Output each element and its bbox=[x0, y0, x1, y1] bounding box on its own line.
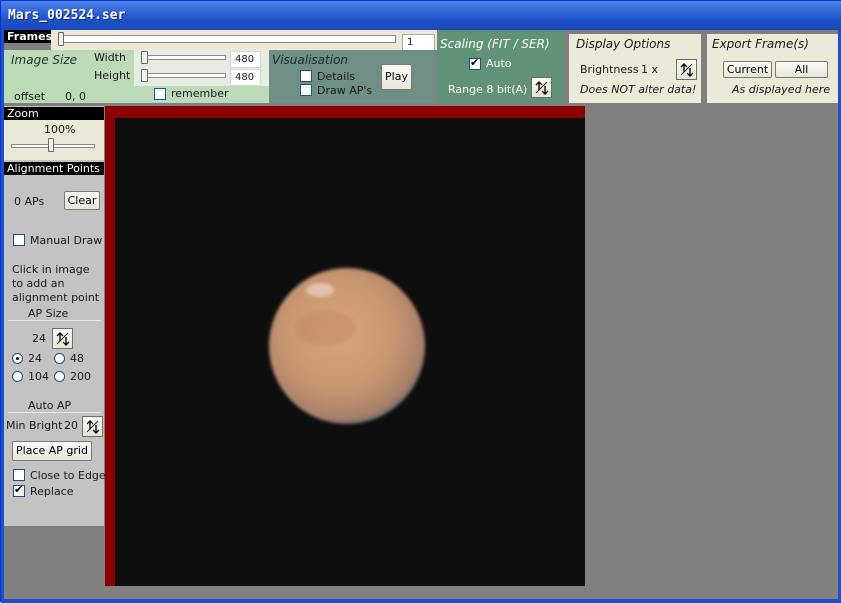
ap-size-option-24: 24 bbox=[28, 352, 42, 365]
ap-size-value: 24 bbox=[32, 332, 46, 345]
frames-label: Frames bbox=[4, 30, 52, 43]
scaling-title: Scaling (FIT / SER) bbox=[440, 37, 550, 51]
range-spin-button[interactable] bbox=[531, 77, 552, 98]
export-note: As displayed here bbox=[732, 83, 831, 96]
brightness-spin-button[interactable] bbox=[676, 59, 697, 80]
visualisation-title: Visualisation bbox=[272, 53, 349, 67]
auto-scaling-label: Auto bbox=[486, 57, 512, 70]
ap-count: 0 APs bbox=[14, 195, 45, 208]
frames-slider-track[interactable] bbox=[59, 35, 396, 43]
mars-planet-image bbox=[269, 268, 425, 424]
ap-hint-line1: Click in image bbox=[12, 263, 90, 276]
remember-label: remember bbox=[171, 87, 229, 100]
ap-size-radio-24[interactable] bbox=[12, 353, 23, 364]
details-checkbox[interactable] bbox=[300, 70, 312, 82]
ap-size-radio-200[interactable] bbox=[54, 371, 65, 382]
ap-size-radio-48[interactable] bbox=[54, 353, 65, 364]
spin-arrows-icon bbox=[680, 63, 694, 77]
export-current-button[interactable]: Current bbox=[723, 61, 772, 78]
ap-size-option-200: 200 bbox=[70, 370, 91, 383]
brightness-value: 1 x bbox=[641, 63, 659, 76]
export-all-button[interactable]: All bbox=[775, 61, 828, 78]
title-bar[interactable]: Mars_002524.ser bbox=[1, 1, 841, 30]
zoom-value: 100% bbox=[44, 123, 76, 136]
display-options-note: Does NOT alter data! bbox=[580, 83, 697, 96]
close-to-edge-label: Close to Edge bbox=[30, 469, 106, 482]
replace-label: Replace bbox=[30, 485, 74, 498]
close-to-edge-checkbox[interactable] bbox=[13, 469, 25, 481]
app-window: Mars_002524.ser Frames 1 Image Size Widt… bbox=[0, 0, 841, 603]
export-title: Export Frame(s) bbox=[712, 37, 809, 51]
width-slider-track[interactable] bbox=[141, 55, 226, 60]
frames-slider-thumb[interactable] bbox=[58, 32, 64, 46]
height-slider-thumb[interactable] bbox=[141, 69, 148, 82]
spin-arrows-icon bbox=[535, 81, 549, 95]
remember-checkbox[interactable] bbox=[154, 88, 166, 100]
alignment-points-header: Alignment Points bbox=[4, 162, 104, 175]
play-button[interactable]: Play bbox=[381, 64, 412, 90]
ap-size-radio-104[interactable] bbox=[12, 371, 23, 382]
min-bright-spin-button[interactable] bbox=[82, 416, 103, 437]
min-bright-label: Min Bright bbox=[6, 419, 63, 432]
height-value[interactable]: 480 bbox=[230, 69, 261, 86]
min-bright-value: 20 bbox=[64, 419, 78, 432]
ap-hint-line2: to add an bbox=[12, 277, 65, 290]
auto-ap-label: Auto AP bbox=[28, 399, 72, 412]
window-border-bottom bbox=[1, 599, 841, 603]
details-label: Details bbox=[317, 70, 356, 83]
spin-arrows-icon bbox=[86, 420, 100, 434]
window-title: Mars_002524.ser bbox=[8, 8, 126, 23]
replace-checkbox[interactable] bbox=[13, 483, 25, 497]
client-area: Frames 1 Image Size Width Height 480 480… bbox=[4, 30, 838, 599]
ap-size-spin-button[interactable] bbox=[52, 328, 73, 349]
range-label: Range 8 bit(A) bbox=[448, 83, 528, 96]
height-label: Height bbox=[94, 69, 131, 82]
clear-aps-button[interactable]: Clear bbox=[64, 191, 100, 210]
zoom-slider-thumb[interactable] bbox=[48, 138, 54, 152]
offset-label: offset bbox=[14, 90, 46, 103]
place-ap-grid-button[interactable]: Place AP grid bbox=[12, 441, 92, 461]
image-size-title: Image Size bbox=[11, 53, 78, 67]
image-canvas[interactable] bbox=[115, 118, 585, 586]
ap-size-label: AP Size bbox=[28, 307, 69, 320]
width-slider-thumb[interactable] bbox=[141, 51, 148, 64]
auto-scaling-checkbox[interactable] bbox=[469, 56, 481, 70]
spin-arrows-icon bbox=[56, 332, 70, 346]
divider bbox=[8, 412, 101, 413]
draw-aps-checkbox[interactable] bbox=[300, 84, 312, 96]
divider bbox=[8, 320, 101, 321]
ap-hint-line3: alignment point bbox=[12, 291, 100, 304]
manual-draw-checkbox[interactable] bbox=[13, 234, 25, 246]
manual-draw-label: Manual Draw bbox=[30, 234, 103, 247]
width-label: Width bbox=[94, 51, 126, 64]
ap-size-option-48: 48 bbox=[70, 352, 84, 365]
ap-size-option-104: 104 bbox=[28, 370, 49, 383]
draw-aps-label: Draw AP's bbox=[317, 84, 373, 97]
width-value[interactable]: 480 bbox=[230, 51, 261, 68]
display-options-title: Display Options bbox=[576, 37, 671, 51]
zoom-header: Zoom bbox=[4, 107, 104, 120]
offset-value: 0, 0 bbox=[65, 90, 86, 103]
height-slider-track[interactable] bbox=[141, 73, 226, 78]
brightness-label: Brightness bbox=[580, 63, 639, 76]
